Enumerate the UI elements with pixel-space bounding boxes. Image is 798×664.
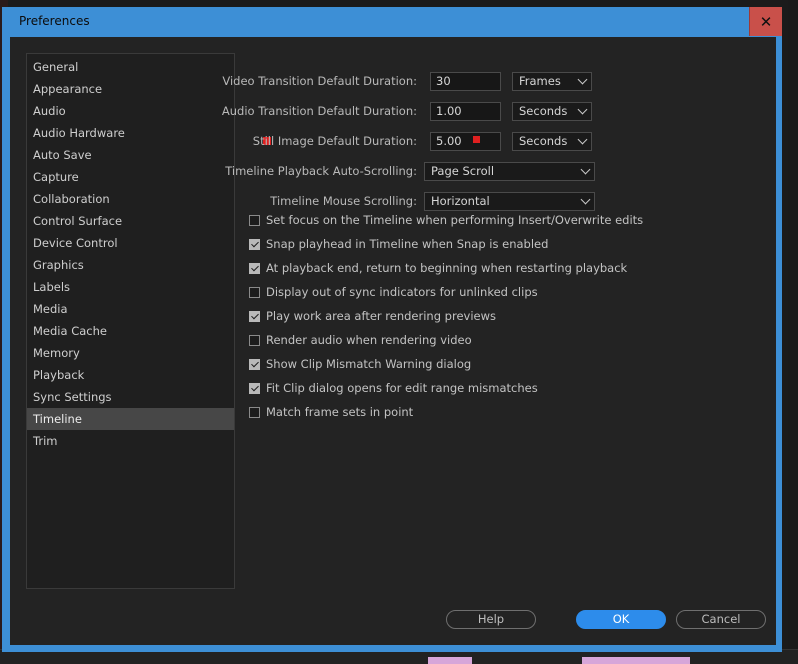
sidebar-item-playback[interactable]: Playback — [27, 364, 234, 386]
video-transition-unit-value: Frames — [519, 74, 561, 88]
option-checkbox[interactable] — [249, 286, 260, 298]
mouse-scroll-value: Horizontal — [431, 194, 490, 208]
option-row[interactable]: Play work area after rendering previews — [249, 307, 496, 325]
sidebar-item-control-surface[interactable]: Control Surface — [27, 210, 234, 232]
video-transition-label: Video Transition Default Duration: — [222, 74, 417, 88]
cancel-button[interactable]: Cancel — [676, 610, 766, 629]
option-checkbox[interactable] — [249, 238, 260, 250]
chevron-down-icon — [580, 194, 591, 205]
audio-transition-duration-field[interactable]: 1.00 — [430, 102, 501, 121]
option-label: Snap playhead in Timeline when Snap is e… — [266, 237, 549, 251]
audio-transition-label: Audio Transition Default Duration: — [221, 104, 417, 118]
chevron-down-icon — [580, 164, 591, 175]
sidebar-item-sync-settings[interactable]: Sync Settings — [27, 386, 234, 408]
sidebar-item-general[interactable]: General — [27, 56, 234, 78]
sidebar-item-media-cache[interactable]: Media Cache — [27, 320, 234, 342]
background-clip — [428, 657, 472, 664]
sidebar-item-appearance[interactable]: Appearance — [27, 78, 234, 100]
auto-scroll-value: Page Scroll — [431, 164, 495, 178]
background-app-right — [788, 0, 798, 664]
dialog-content: General Appearance Audio Audio Hardware Auto… — [10, 37, 776, 645]
dialog-title: Preferences — [19, 14, 90, 28]
option-checkbox[interactable] — [249, 358, 260, 370]
option-row[interactable]: Show Clip Mismatch Warning dialog — [249, 355, 471, 373]
sidebar-item-labels[interactable]: Labels — [27, 276, 234, 298]
sidebar-item-timeline[interactable]: Timeline — [27, 408, 234, 430]
close-icon: ✕ — [759, 12, 773, 31]
title-bar[interactable]: Preferences ✕ — [2, 7, 782, 36]
option-checkbox[interactable] — [249, 334, 260, 346]
sidebar-item-device-control[interactable]: Device Control — [27, 232, 234, 254]
auto-scroll-select[interactable]: Page Scroll — [424, 162, 595, 181]
option-label: At playback end, return to beginning whe… — [266, 261, 628, 275]
video-transition-unit-select[interactable]: Frames — [512, 72, 592, 91]
option-row[interactable]: At playback end, return to beginning whe… — [249, 259, 627, 277]
option-label: Render audio when rendering video — [266, 333, 472, 347]
sidebar-item-media[interactable]: Media — [27, 298, 234, 320]
option-checkbox[interactable] — [249, 262, 260, 274]
video-transition-duration-field[interactable]: 30 — [430, 72, 501, 91]
option-label: Display out of sync indicators for unlin… — [266, 285, 538, 299]
still-image-label: Still Image Default Duration: — [252, 134, 417, 148]
still-image-unit-select[interactable]: Seconds — [512, 132, 592, 151]
chevron-down-icon — [577, 104, 588, 115]
close-button[interactable]: ✕ — [749, 7, 782, 36]
audio-transition-unit-value: Seconds — [519, 104, 568, 118]
sidebar-item-collaboration[interactable]: Collaboration — [27, 188, 234, 210]
sidebar-item-audio[interactable]: Audio — [27, 100, 234, 122]
option-row[interactable]: Snap playhead in Timeline when Snap is e… — [249, 235, 548, 253]
preferences-dialog: Preferences ✕ General Appearance Audio Audi… — [2, 7, 782, 652]
option-checkbox[interactable] — [249, 382, 260, 394]
chevron-down-icon — [577, 74, 588, 85]
audio-transition-unit-select[interactable]: Seconds — [512, 102, 592, 121]
mouse-scroll-select[interactable]: Horizontal — [424, 192, 595, 211]
option-label: Fit Clip dialog opens for edit range mis… — [266, 381, 538, 395]
help-button[interactable]: Help — [446, 610, 536, 629]
option-label: Set focus on the Timeline when performin… — [266, 213, 644, 227]
still-image-duration-value: 5.00 — [436, 134, 462, 148]
auto-scroll-label: Timeline Playback Auto-Scrolling: — [225, 164, 417, 178]
option-row[interactable]: Render audio when rendering video — [249, 331, 472, 349]
still-image-unit-value: Seconds — [519, 134, 568, 148]
option-label: Show Clip Mismatch Warning dialog — [266, 357, 472, 371]
sidebar-item-audio-hardware[interactable]: Audio Hardware — [27, 122, 234, 144]
option-row[interactable]: Fit Clip dialog opens for edit range mis… — [249, 379, 538, 397]
option-row[interactable]: Match frame sets in point — [249, 403, 413, 421]
mouse-scroll-label: Timeline Mouse Scrolling: — [270, 194, 417, 208]
sidebar-item-graphics[interactable]: Graphics — [27, 254, 234, 276]
option-label: Play work area after rendering previews — [266, 309, 496, 323]
red-flag-icon — [473, 136, 480, 143]
option-checkbox[interactable] — [249, 406, 260, 418]
option-checkbox[interactable] — [249, 214, 260, 226]
sidebar-item-capture[interactable]: Capture — [27, 166, 234, 188]
option-row[interactable]: Set focus on the Timeline when performin… — [249, 211, 643, 229]
ok-button[interactable]: OK — [576, 610, 666, 629]
background-clip — [582, 657, 690, 664]
sidebar-item-trim[interactable]: Trim — [27, 430, 234, 452]
preferences-category-list: General Appearance Audio Audio Hardware Auto… — [26, 53, 235, 589]
still-image-duration-field[interactable]: 5.00 — [430, 132, 501, 151]
sidebar-item-memory[interactable]: Memory — [27, 342, 234, 364]
chevron-down-icon — [577, 134, 588, 145]
sidebar-item-auto-save[interactable]: Auto Save — [27, 144, 234, 166]
option-checkbox[interactable] — [249, 310, 260, 322]
option-label: Match frame sets in point — [266, 405, 414, 419]
option-row[interactable]: Display out of sync indicators for unlin… — [249, 283, 538, 301]
